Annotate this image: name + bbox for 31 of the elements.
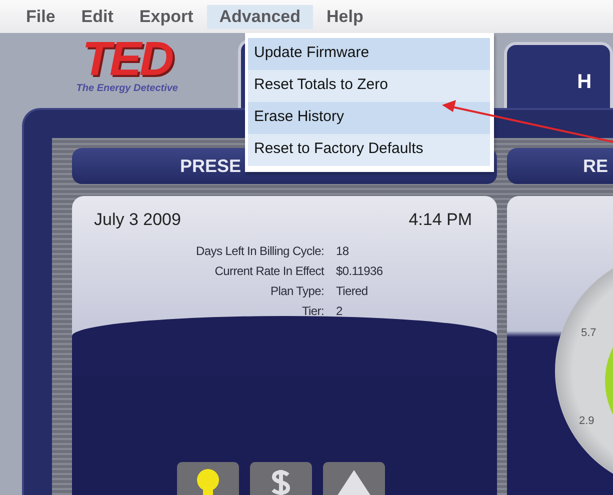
menu-item[interactable]: Export [127, 4, 206, 28]
logo-tagline: The Energy Detective [76, 83, 178, 94]
menu-item[interactable]: Edit [69, 4, 126, 28]
detail-label: Plan Type: [270, 284, 324, 298]
time-text: 4:14 PM [408, 210, 472, 230]
menu-item[interactable]: Advanced [207, 4, 312, 28]
detail-value: $0.11936 [336, 264, 384, 278]
mode-button[interactable] [323, 462, 385, 495]
mode-button[interactable] [250, 462, 312, 495]
panel-header: RE [507, 148, 613, 184]
logo-wordmark: TED [82, 37, 172, 83]
date-text: July 3 2009 [94, 210, 181, 230]
dollar-icon [270, 468, 292, 495]
menu-option[interactable]: Reset Totals to Zero [248, 70, 490, 102]
menu-option[interactable]: Erase History [248, 102, 490, 134]
detail-value: 2 [336, 304, 344, 318]
warning-triangle-icon [337, 470, 371, 495]
tab[interactable]: H [504, 42, 613, 108]
gauge-tick-label: 5.7 [581, 327, 596, 339]
detail-label: Days Left In Billing Cycle: [195, 244, 324, 258]
detail-label: Current Rate In Effect [214, 264, 324, 278]
detail-label: Tier: [300, 304, 324, 318]
menu-item[interactable]: File [14, 4, 68, 28]
menu-option[interactable]: Reset to Factory Defaults [248, 134, 490, 166]
light-bulb-icon [195, 468, 221, 495]
menu-item[interactable]: Help [314, 4, 376, 28]
detail-value: Tiered [336, 284, 369, 298]
gauge-tick-label: 2.9 [579, 415, 594, 427]
detail-value: 18 [336, 244, 350, 258]
mode-button[interactable] [177, 462, 239, 495]
menu-option[interactable]: Update Firmware [248, 38, 490, 70]
